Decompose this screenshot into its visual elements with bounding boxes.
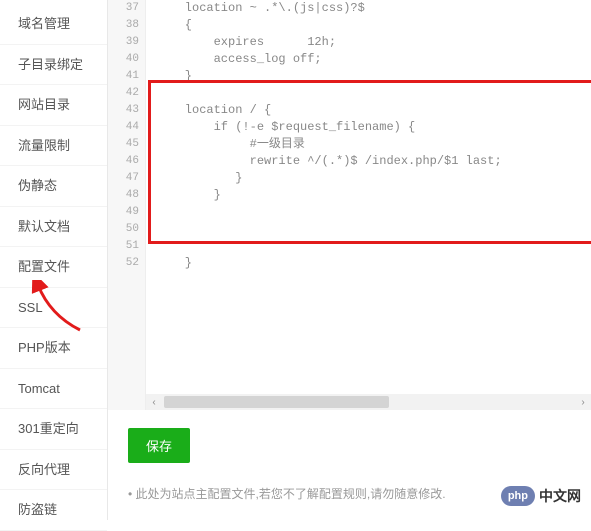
watermark: php 中文网 [501,486,581,506]
sidebar-item-default-doc[interactable]: 默认文档 [0,207,107,248]
sidebar-item-traffic[interactable]: 流量限制 [0,126,107,167]
main-panel: 37 38 39 40 41 42 43 44 45 46 47 48 49 5… [108,0,591,520]
save-button[interactable]: 保存 [128,428,190,463]
watermark-text: 中文网 [539,486,581,506]
horizontal-scrollbar[interactable]: ‹ › [146,394,591,410]
sidebar-item-301[interactable]: 301重定向 [0,409,107,450]
sidebar-item-config[interactable]: 配置文件 [0,247,107,288]
line-number-gutter: 37 38 39 40 41 42 43 44 45 46 47 48 49 5… [108,0,146,410]
sidebar-item-hotlink[interactable]: 防盗链 [0,490,107,531]
code-content[interactable]: location ~ .*\.(js|css)?$ { expires 12h;… [146,0,591,394]
code-editor[interactable]: 37 38 39 40 41 42 43 44 45 46 47 48 49 5… [108,0,591,410]
scroll-thumb[interactable] [164,396,389,408]
sidebar-item-domain[interactable]: 域名管理 [0,4,107,45]
sidebar-item-ssl[interactable]: SSL [0,288,107,329]
sidebar-item-php-ver[interactable]: PHP版本 [0,328,107,369]
scroll-track[interactable] [164,396,573,408]
sidebar-item-rewrite[interactable]: 伪静态 [0,166,107,207]
php-badge-icon: php [501,486,535,506]
scroll-left-icon[interactable]: ‹ [146,394,162,410]
scroll-right-icon[interactable]: › [575,394,591,410]
sidebar: 域名管理 子目录绑定 网站目录 流量限制 伪静态 默认文档 配置文件 SSL P… [0,0,108,520]
sidebar-item-subdir[interactable]: 子目录绑定 [0,45,107,86]
sidebar-item-tomcat[interactable]: Tomcat [0,369,107,410]
sidebar-item-webdir[interactable]: 网站目录 [0,85,107,126]
sidebar-item-proxy[interactable]: 反向代理 [0,450,107,491]
